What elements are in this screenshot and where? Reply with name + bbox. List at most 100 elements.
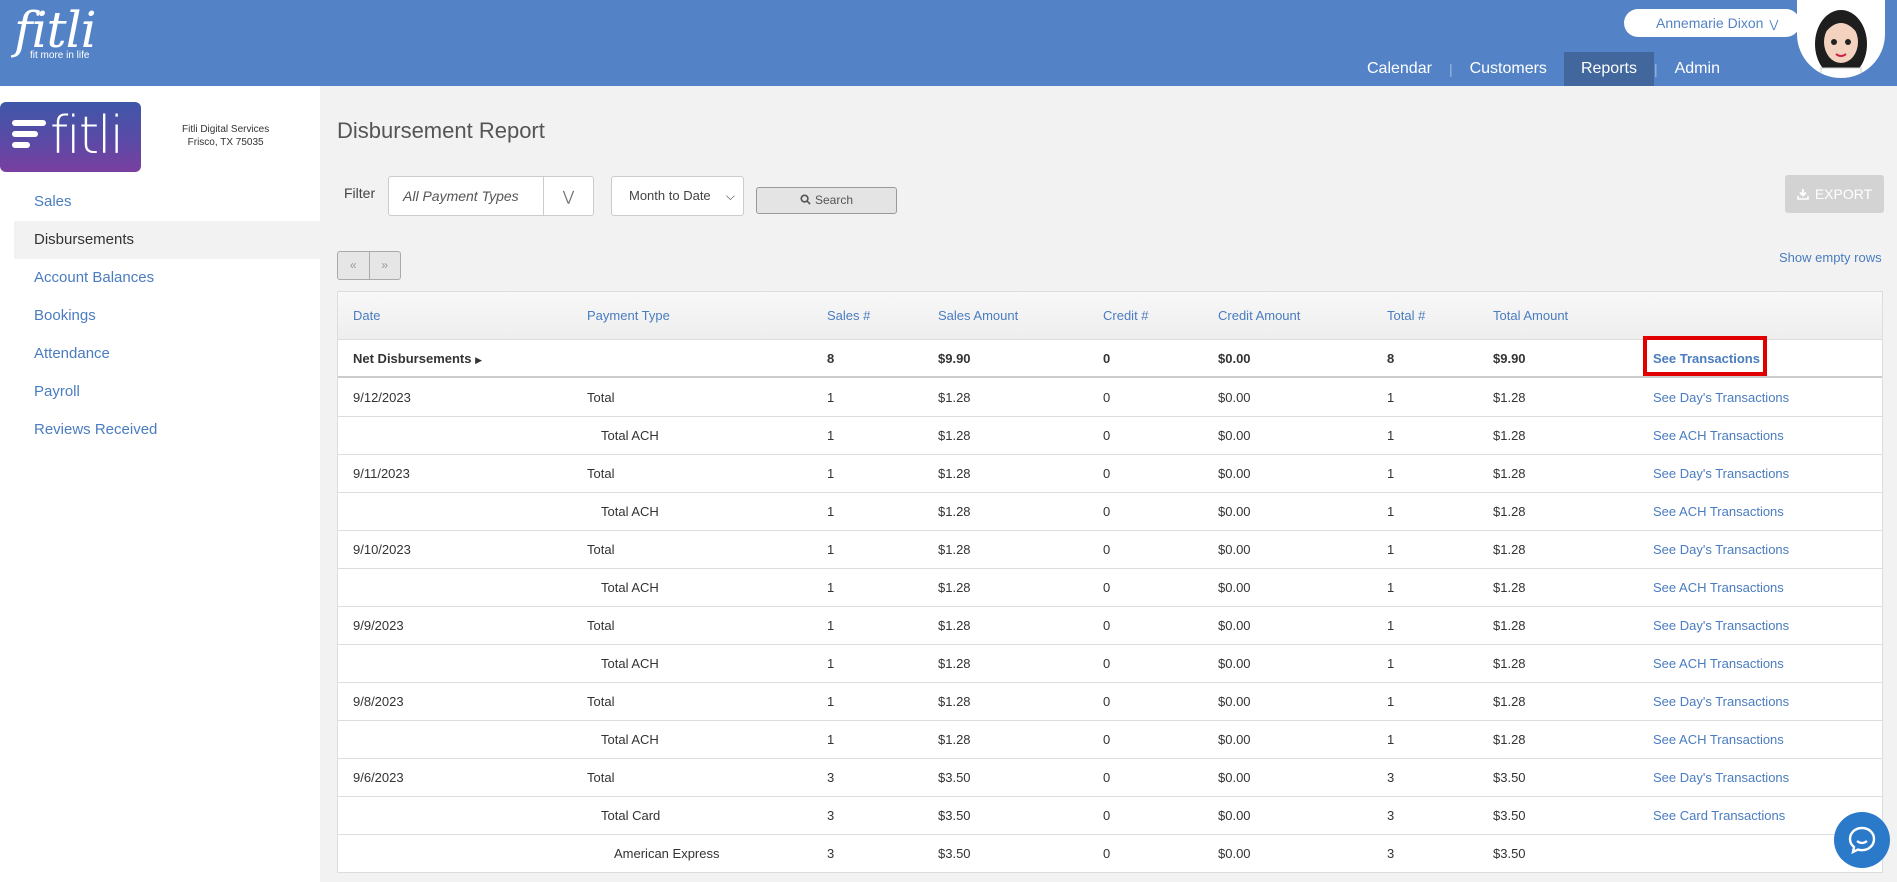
nav-calendar[interactable]: Calendar [1350, 52, 1449, 86]
row-link[interactable]: See Card Transactions [1653, 797, 1785, 835]
row-date: 9/11/2023 [353, 466, 410, 481]
sidebar-item-sales[interactable]: Sales [14, 183, 320, 221]
row-link[interactable]: See ACH Transactions [1653, 569, 1784, 607]
sidebar: fitli Fitli Digital Services Frisco, TX … [0, 86, 320, 882]
show-empty-rows-link[interactable]: Show empty rows [1779, 250, 1882, 265]
export-button[interactable]: EXPORT [1785, 175, 1884, 213]
nav-customers[interactable]: Customers [1453, 52, 1564, 86]
row-sales-count: 1 [827, 542, 835, 557]
column-header-credit-amount[interactable]: Credit Amount [1218, 292, 1300, 340]
row-sales-count: 1 [827, 466, 835, 481]
net-total-count: 8 [1387, 351, 1395, 366]
row-sales-amount: $3.50 [938, 770, 971, 785]
row-credit-amount: $0.00 [1218, 732, 1251, 747]
row-sales-count: 3 [827, 808, 835, 823]
row-total-count: 1 [1387, 428, 1395, 443]
row-link[interactable]: See ACH Transactions [1653, 417, 1784, 455]
column-header-sales-amount[interactable]: Sales Amount [938, 292, 1018, 340]
row-credit-count: 0 [1103, 580, 1111, 595]
row-credit-amount: $0.00 [1218, 504, 1251, 519]
row-link[interactable]: See ACH Transactions [1653, 645, 1784, 683]
row-sales-amount: $1.28 [938, 428, 971, 443]
double-chevron-down-icon[interactable]: ⋁ [543, 177, 593, 215]
sidebar-item-account-balances[interactable]: Account Balances [14, 259, 320, 297]
row-credit-amount: $0.00 [1218, 808, 1251, 823]
fitli-logo[interactable]: fitli fit more in life [14, 4, 97, 61]
row-date: 9/10/2023 [353, 542, 411, 557]
row-credit-amount: $0.00 [1218, 656, 1251, 671]
column-header-sales-count[interactable]: Sales # [827, 292, 870, 340]
row-total-amount: $1.28 [1493, 542, 1526, 557]
row-date: 9/9/2023 [353, 618, 404, 633]
disbursement-table: Date Payment Type Sales # Sales Amount C… [337, 291, 1883, 873]
row-total-amount: $1.28 [1493, 504, 1526, 519]
row-total-amount: $1.28 [1493, 390, 1526, 405]
nav-admin[interactable]: Admin [1658, 52, 1737, 86]
row-payment-type: American Express [614, 846, 720, 861]
nav-reports[interactable]: Reports [1563, 52, 1654, 86]
row-date: 9/8/2023 [353, 694, 404, 709]
row-payment-type: Total ACH [601, 732, 659, 747]
user-menu[interactable]: Annemarie Dixon ⋁ [1624, 9, 1800, 37]
net-disbursements-toggle[interactable]: Net Disbursements ▶ [353, 340, 482, 379]
row-total-count: 1 [1387, 542, 1395, 557]
row-sales-count: 1 [827, 580, 835, 595]
row-link[interactable]: See Day's Transactions [1653, 683, 1789, 721]
search-button[interactable]: Search [756, 187, 897, 214]
sidebar-item-attendance[interactable]: Attendance [14, 335, 320, 373]
search-icon [800, 194, 811, 205]
sidebar-item-reviews-received[interactable]: Reviews Received [14, 411, 320, 449]
table-row: 9/10/2023 Total 1 $1.28 0 $0.00 1 $1.28 See Day'… [338, 531, 1882, 569]
row-link[interactable]: See Day's Transactions [1653, 759, 1789, 797]
sidebar-item-payroll[interactable]: Payroll [14, 373, 320, 411]
column-header-payment-type[interactable]: Payment Type [587, 292, 670, 340]
business-logo: fitli [0, 102, 141, 172]
row-credit-count: 0 [1103, 542, 1111, 557]
row-credit-count: 0 [1103, 618, 1111, 633]
row-total-count: 1 [1387, 656, 1395, 671]
row-total-count: 1 [1387, 732, 1395, 747]
table-row: Total ACH 1 $1.28 0 $0.00 1 $1.28 See ACH Trans… [338, 645, 1882, 683]
row-sales-count: 1 [827, 504, 835, 519]
row-credit-amount: $0.00 [1218, 390, 1251, 405]
payment-type-placeholder: All Payment Types [403, 188, 519, 204]
row-sales-amount: $1.28 [938, 732, 971, 747]
row-sales-count: 1 [827, 618, 835, 633]
date-range-select[interactable]: Month to Date ⌵ [611, 176, 744, 216]
column-header-total-amount[interactable]: Total Amount [1493, 292, 1568, 340]
column-header-total-count[interactable]: Total # [1387, 292, 1425, 340]
row-sales-count: 3 [827, 770, 835, 785]
row-total-amount: $3.50 [1493, 770, 1526, 785]
search-label: Search [814, 193, 854, 207]
row-link[interactable]: See ACH Transactions [1653, 493, 1784, 531]
row-link[interactable]: See Day's Transactions [1653, 455, 1789, 493]
row-credit-count: 0 [1103, 732, 1111, 747]
row-date: 9/12/2023 [353, 390, 411, 405]
row-sales-count: 1 [827, 694, 835, 709]
row-payment-type: Total [587, 390, 615, 405]
pager-prev-button[interactable]: « [338, 252, 370, 279]
row-link[interactable]: See Day's Transactions [1653, 379, 1789, 417]
table-row: Total Card 3 $3.50 0 $0.00 3 $3.50 See Card Tra… [338, 797, 1882, 835]
row-link[interactable]: See ACH Transactions [1653, 721, 1784, 759]
column-header-credit-count[interactable]: Credit # [1103, 292, 1149, 340]
row-payment-type: Total Card [601, 808, 661, 823]
row-payment-type: Total [587, 694, 615, 709]
column-header-date[interactable]: Date [353, 292, 380, 340]
row-link[interactable]: See Day's Transactions [1653, 607, 1789, 645]
row-link[interactable]: See Day's Transactions [1653, 531, 1789, 569]
row-payment-type: Total ACH [601, 656, 659, 671]
table-row: 9/8/2023 Total 1 $1.28 0 $0.00 1 $1.28 See Day's… [338, 683, 1882, 721]
row-credit-amount: $0.00 [1218, 542, 1251, 557]
sidebar-item-disbursements[interactable]: Disbursements [14, 221, 320, 259]
net-sales-amount: $9.90 [938, 351, 971, 366]
payment-type-select[interactable]: All Payment Types ⋁ [388, 176, 594, 216]
row-sales-count: 1 [827, 390, 835, 405]
row-sales-amount: $1.28 [938, 580, 971, 595]
avatar[interactable] [1797, 0, 1885, 78]
sidebar-item-bookings[interactable]: Bookings [14, 297, 320, 335]
chat-button[interactable] [1834, 812, 1890, 868]
pager-next-button[interactable]: » [370, 252, 401, 279]
filter-label: Filter [344, 185, 376, 201]
row-sales-count: 1 [827, 732, 835, 747]
